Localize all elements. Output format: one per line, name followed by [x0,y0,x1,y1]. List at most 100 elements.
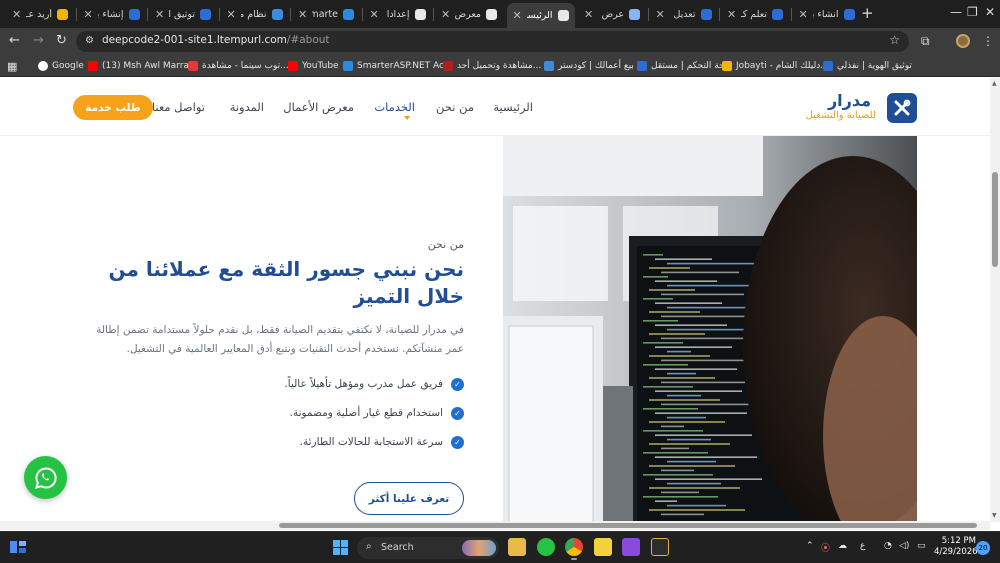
logo-name[interactable]: مدرار [828,91,871,110]
volume-icon[interactable]: ◁) [899,541,909,551]
browser-tab[interactable]: نظام مـ ✕ [221,3,289,25]
notification-badge[interactable]: 20 [976,541,990,555]
widgets-icon[interactable] [9,539,27,555]
reload-icon[interactable]: ↻ [56,33,67,48]
tab-label: عرض م [598,8,624,20]
address-bar[interactable]: ⚙ deepcode2-001-site1.ltempurl.com/#abou… [76,31,909,52]
whatsapp-icon[interactable] [24,456,67,499]
site-header: مدرار للصيانة والتشغيل الرئيسية من نحن ا… [0,78,990,136]
url-text[interactable]: deepcode2-001-site1.ltempurl.com/#about [102,34,330,46]
code-line [643,364,688,366]
browser-tab[interactable]: معرض ✕ [435,3,503,25]
browser-tab[interactable]: تعديل ✕ [650,3,718,25]
nav-contact[interactable]: تواصل معنا [152,100,205,114]
nav-about[interactable]: من نحن [436,100,474,114]
taskbar-search[interactable]: ⌕ Search [357,537,499,559]
code-line [655,500,677,502]
chrome-icon[interactable] [565,538,583,556]
tab-close-icon[interactable]: ✕ [155,8,164,21]
tab-favicon-icon [343,8,354,20]
bookmark-item[interactable]: لوحة التحكم | مستقل [637,59,732,73]
code-line [649,487,740,489]
minimize-icon[interactable]: — [950,5,962,19]
tab-label: الرئيسي [527,10,553,21]
app-icon[interactable] [651,538,669,556]
vertical-scrollbar[interactable] [990,78,1000,522]
bookmark-star-icon[interactable]: ☆ [889,33,900,47]
tab-close-icon[interactable]: ✕ [656,8,665,21]
code-line [667,504,726,507]
bookmark-item[interactable]: YouTube [288,59,339,73]
bookmark-item[interactable]: (13) Msh Awl Marra... [88,59,198,73]
browser-tab-active[interactable]: الرئيسي ✕ [506,3,575,28]
bookmark-item[interactable]: توثيق الهوية | نفذلي [823,59,912,73]
profile-avatar[interactable] [956,34,970,48]
cloud-icon[interactable]: ☁ [838,541,847,551]
browser-tab[interactable]: أريد عـ ✕ [6,3,74,25]
tab-close-icon[interactable]: ✕ [441,8,450,21]
menu-kebab-icon[interactable]: ⋮ [982,34,994,48]
tab-close-icon[interactable]: ✕ [584,8,593,21]
wifi-icon[interactable]: ◔ [884,541,892,551]
browser-tab[interactable]: توثيق ا ✕ [149,3,217,25]
browser-tab[interactable]: إنشاء بر ✕ [78,3,146,25]
nav-home[interactable]: الرئيسية [493,100,533,114]
site-info-icon[interactable]: ⚙ [85,35,94,46]
code-line [649,355,710,357]
back-icon[interactable]: ← [9,33,20,48]
nav-blog[interactable]: المدونة [230,100,264,114]
apps-grid-icon[interactable]: ▦ [7,59,17,73]
visual-studio-icon[interactable] [622,538,640,556]
browser-tab[interactable]: إعدادا ✕ [364,3,432,25]
vertical-scroll-thumb[interactable] [992,172,998,267]
browser-tab[interactable]: تعلم كـ ✕ [721,3,789,25]
code-line [643,276,668,278]
browser-tab[interactable]: عرض م ✕ [578,3,646,25]
tab-close-icon[interactable]: ✕ [298,8,307,21]
browser-tab[interactable]: انشاء بر ✕ [793,3,861,25]
tab-close-icon[interactable]: ✕ [513,9,522,22]
code-line [649,465,735,467]
tab-close-icon[interactable]: ✕ [370,8,379,21]
code-line [667,460,716,463]
bookmark-item[interactable]: Jobayti - دليلك الشام... [722,59,829,73]
tab-favicon-icon [271,8,283,20]
request-service-button[interactable]: طلب خدمة [73,95,153,120]
tab-close-icon[interactable]: ✕ [12,8,21,21]
screen-record-icon[interactable]: ⦿ [821,541,830,554]
browser-tab[interactable]: Smarte ✕ [292,3,360,25]
scroll-down-icon[interactable]: ▼ [992,512,997,519]
tab-favicon-icon [200,8,211,20]
bookmark-label: Google [52,61,84,71]
language-indicator[interactable]: ع [860,541,865,551]
tab-label: أريد عـ [26,8,52,20]
nav-portfolio[interactable]: معرض الأعمال [283,100,354,114]
windows-start-icon[interactable] [333,540,348,555]
forward-icon[interactable]: → [33,33,44,48]
bookmark-item[interactable]: Google [38,59,84,73]
taskbar-clock[interactable]: 5:12 PM 4/29/2026 [934,536,978,558]
chevron-up-icon[interactable]: ⌃ [806,541,814,551]
tab-close-icon[interactable]: ✕ [799,8,808,21]
nav-services[interactable]: الخدمات [374,100,415,114]
bookmark-item[interactable]: SmarterASP.NET Ac... [343,59,453,73]
restore-icon[interactable]: ❐ [967,5,978,19]
logo-tools-icon[interactable] [887,93,917,123]
sticky-notes-icon[interactable] [594,538,612,556]
new-tab-button[interactable]: + [861,4,874,22]
bookmark-item[interactable]: مشاهدة وتحميل أحد... [443,59,541,73]
close-window-icon[interactable]: ✕ [985,5,995,19]
tab-close-icon[interactable]: ✕ [84,8,93,21]
tab-close-icon[interactable]: ✕ [727,8,736,21]
scroll-up-icon[interactable]: ▲ [992,80,997,87]
bookmark-item[interactable]: بيع أعمالك | كودستر [544,59,634,73]
horizontal-scroll-thumb[interactable] [279,523,977,528]
bookmark-item[interactable]: توب سينما - مشاهدة... [188,59,289,73]
tab-close-icon[interactable]: ✕ [227,8,236,21]
battery-icon[interactable]: ▭ [917,541,926,551]
file-explorer-icon[interactable] [508,538,526,556]
about-headline: نحن نبني جسور الثقة مع عملائنا من خلال ا… [108,257,464,308]
whatsapp-taskbar-icon[interactable] [537,538,555,556]
extensions-icon[interactable]: ⧉ [921,34,930,49]
learn-more-button[interactable]: تعرف علينا أكثر [354,482,464,515]
